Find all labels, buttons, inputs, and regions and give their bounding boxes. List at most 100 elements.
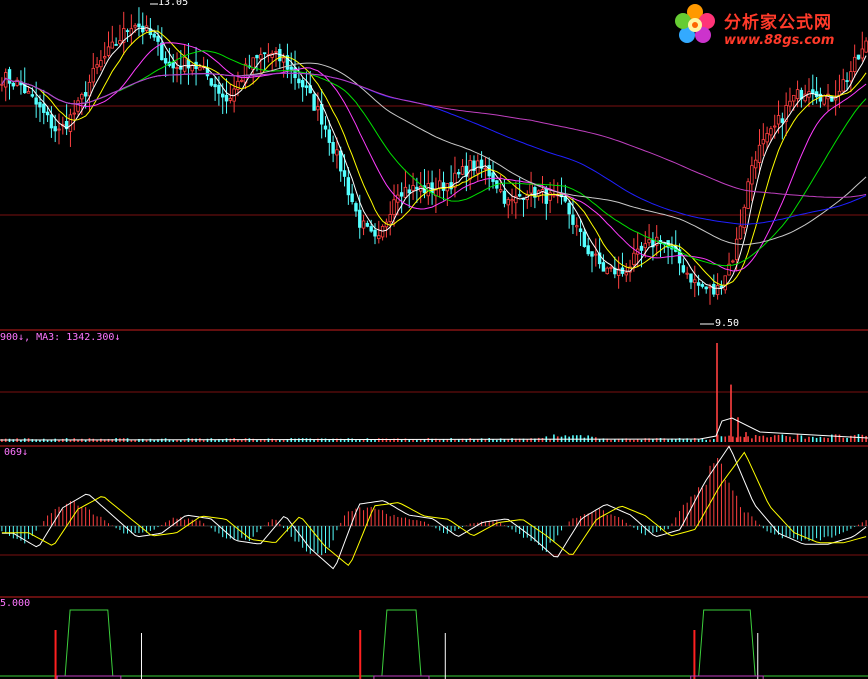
price-candle [118, 40, 122, 45]
price-candle [681, 265, 686, 273]
price-candle [765, 133, 769, 143]
price-candle [457, 172, 461, 175]
price-candle [34, 97, 38, 105]
price-candle [498, 189, 503, 192]
price-candle [769, 128, 773, 136]
price-candle [335, 149, 339, 156]
price-candle [224, 94, 229, 102]
price-candle [163, 58, 168, 64]
price-candle [213, 84, 217, 88]
price-candle [228, 97, 233, 101]
price-candle [403, 186, 408, 198]
price-candle [407, 189, 411, 194]
price-candle [780, 118, 785, 123]
price-candle [731, 260, 735, 263]
price-candle [7, 69, 12, 84]
price-candle [102, 56, 107, 59]
price-candle [590, 251, 594, 257]
price-candle [575, 225, 579, 228]
price-candle [350, 193, 354, 203]
price-candle [198, 66, 202, 71]
price-candle [114, 44, 118, 46]
price-candle [137, 23, 141, 28]
price-candle [567, 202, 571, 215]
price-candle [605, 267, 609, 275]
price-candle [696, 282, 701, 286]
price-candle [369, 226, 373, 232]
price-candle [304, 85, 309, 88]
price-candle [365, 222, 370, 227]
price-candle [80, 93, 84, 100]
price-candle [26, 91, 31, 94]
price-candle [175, 67, 179, 69]
stock-chart-canvas [0, 0, 868, 679]
logo-name: 分析家公式网 [724, 13, 832, 33]
price-candle [91, 67, 95, 83]
price-candle [715, 285, 720, 296]
price-candle [76, 100, 80, 112]
price-candle [643, 243, 647, 249]
price-candle [453, 172, 457, 188]
price-candle [578, 228, 583, 232]
price-candle [255, 55, 259, 59]
price-candle [125, 30, 130, 32]
price-candle [316, 106, 320, 111]
price-candle [864, 40, 868, 53]
price-candle [502, 190, 507, 204]
price-candle [68, 114, 73, 132]
logo-url: www.88gs.com [724, 33, 835, 48]
price-candle [415, 186, 419, 190]
price-candle [156, 35, 160, 42]
price-candle [274, 50, 278, 53]
price-candle [171, 62, 175, 69]
price-candle [510, 199, 514, 202]
price-candle [552, 194, 556, 197]
price-candle [160, 42, 164, 61]
flower-logo-icon [675, 4, 715, 43]
price-candle [262, 52, 267, 55]
price-candle [441, 182, 446, 191]
price-candle [49, 114, 54, 129]
price-candle [106, 46, 111, 56]
price-candle [373, 229, 377, 237]
price-candle [133, 24, 137, 28]
price-candle [491, 172, 495, 182]
price-candle [830, 95, 834, 102]
price-candle [380, 226, 385, 238]
price-candle [392, 199, 396, 216]
price-candle [30, 94, 35, 97]
price-candle [582, 231, 587, 247]
price-candle [761, 139, 766, 145]
price-candle [38, 102, 42, 108]
price-candle [0, 83, 4, 86]
volume-header: 900↓, MA3: 1342.300↓ [0, 332, 121, 343]
price-candle [708, 286, 712, 289]
price-candle [723, 275, 727, 291]
price-candle [776, 115, 781, 125]
price-candle [281, 57, 286, 63]
price-candle [792, 94, 796, 102]
price-candle [87, 81, 92, 97]
price-candle [544, 188, 549, 204]
price-candle [845, 80, 849, 82]
price-candle [300, 80, 305, 88]
price-candle [639, 245, 644, 251]
price-candle [517, 194, 522, 197]
price-candle [601, 262, 606, 272]
price-candle [822, 95, 826, 105]
price-candle [45, 111, 50, 116]
price-candle [685, 272, 689, 275]
price-candle [430, 182, 434, 194]
price-high-label: 13.05 [158, 0, 189, 8]
price-candle [734, 238, 739, 260]
price-candle [487, 165, 491, 177]
price-candle [346, 177, 351, 196]
price-candle [795, 89, 800, 99]
price-candle [689, 273, 693, 283]
price-candle [327, 129, 332, 143]
site-logo[interactable]: 分析家公式网 www.88gs.com [668, 2, 864, 52]
price-candle [712, 283, 716, 295]
price-candle [746, 181, 750, 209]
price-candle [399, 192, 404, 197]
price-candle [259, 54, 263, 60]
